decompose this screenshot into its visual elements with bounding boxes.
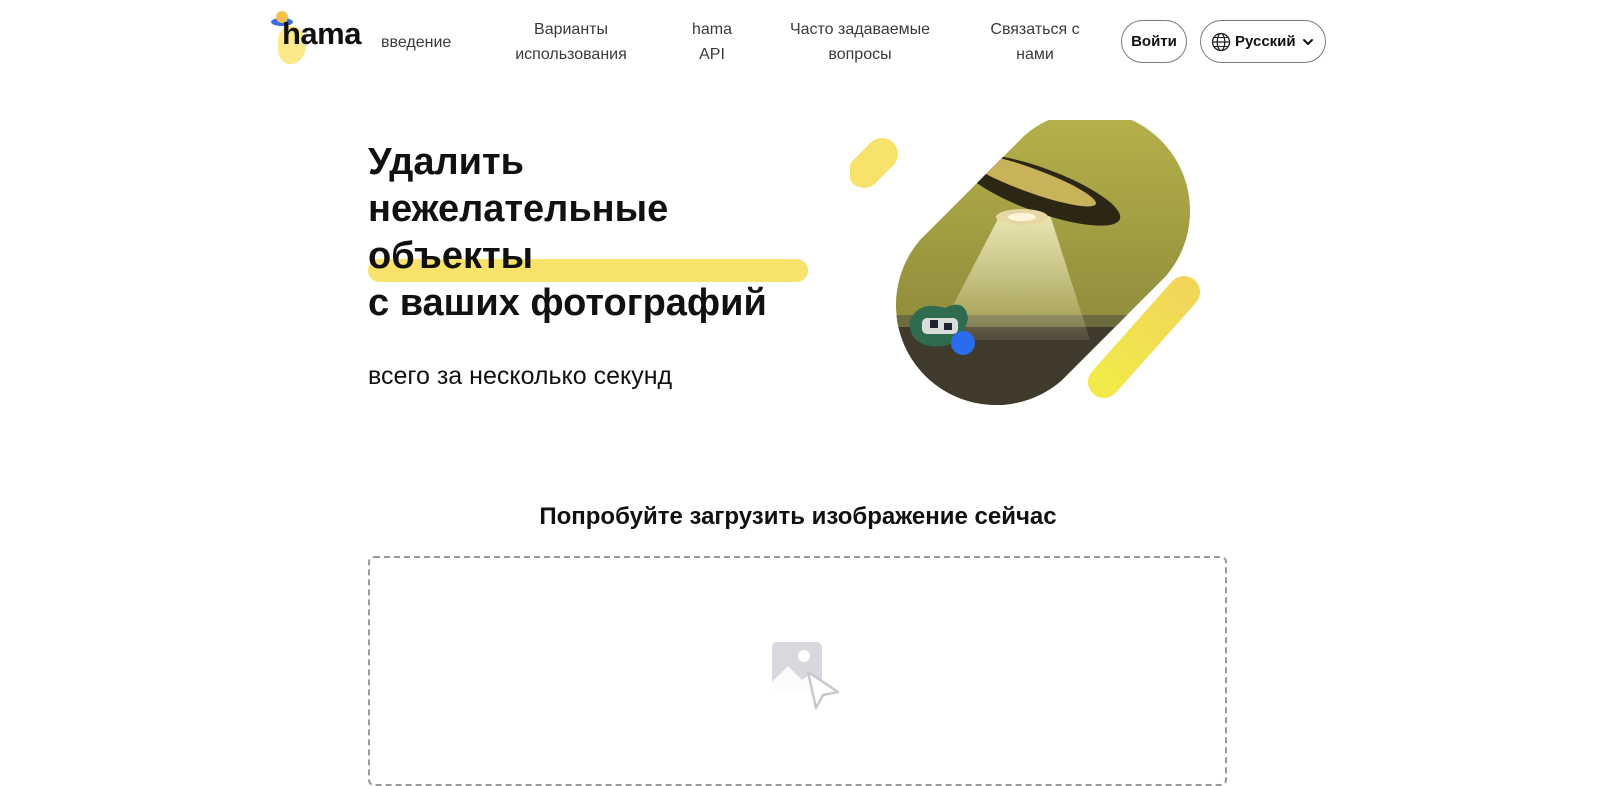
- login-button-label: Войти: [1131, 33, 1177, 50]
- image-dropzone[interactable]: [368, 556, 1227, 786]
- decor-pill-small: [850, 138, 898, 188]
- hero-subtitle: всего за несколько секунд: [368, 362, 673, 390]
- language-select[interactable]: Русский: [1200, 20, 1326, 63]
- hero-title-line: Удалить: [368, 141, 524, 183]
- hero-illustration: [850, 120, 1200, 406]
- nav-api[interactable]: hama API: [682, 17, 742, 67]
- language-label: Русский: [1235, 33, 1296, 50]
- logo-text: hama: [282, 16, 361, 51]
- blue-dot: [951, 331, 975, 355]
- hero-title: Удалить нежелательные объекты с ваших фо…: [368, 139, 808, 327]
- hero-title-line: с ваших фотографий: [368, 282, 767, 324]
- hama-logo[interactable]: hama: [270, 8, 374, 64]
- chevron-down-icon: [1303, 38, 1313, 45]
- login-button[interactable]: Войти: [1121, 20, 1187, 63]
- nav-faq[interactable]: Часто задаваемые вопросы: [780, 17, 940, 67]
- upload-heading: Попробуйте загрузить изображение сейчас: [539, 503, 1057, 530]
- hero-title-line-highlighted: объекты: [368, 235, 534, 277]
- globe-icon: [1211, 32, 1231, 51]
- nav-use-cases[interactable]: Варианты использования: [505, 17, 637, 67]
- hero-title-line: нежелательные: [368, 188, 669, 230]
- nav-contact[interactable]: Связаться с нами: [975, 17, 1095, 67]
- image-upload-icon: [772, 642, 840, 710]
- nav-intro[interactable]: введение: [381, 30, 451, 55]
